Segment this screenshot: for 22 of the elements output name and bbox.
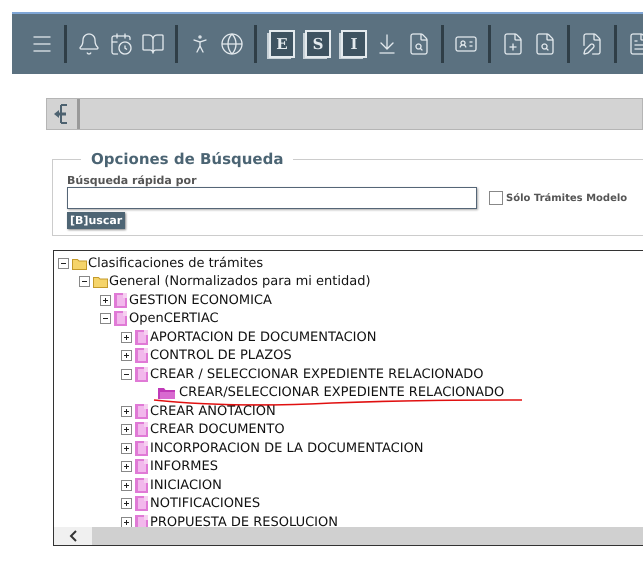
tree-item[interactable]: CREAR ANOTACION [150,404,276,419]
search-button[interactable]: [B]uscar [67,212,126,229]
tree-item[interactable]: INFORMES [150,459,218,474]
toolbar-button[interactable]: I [341,30,367,58]
checkbox-label: Sólo Trámites Modelo [506,192,628,204]
tree-item[interactable]: OpenCERTIAC [129,311,219,326]
tree-item[interactable]: CREAR / SELECCIONAR EXPEDIENTE RELACIONADO [150,366,484,382]
tree-item[interactable]: PROPUESTA DE RESOLUCION [150,514,338,530]
toolbar-button[interactable]: E [269,30,295,58]
tree-item[interactable]: INICIACION [150,478,222,493]
toolbar-button[interactable]: S [305,30,331,58]
tree-item[interactable]: Clasificaciones de trámites [88,256,264,271]
tree-item[interactable]: INCORPORACION DE LA DOCUMENTACION [150,440,424,456]
tree-item[interactable]: CREAR/SELECCIONAR EXPEDIENTE RELACIONADO [179,385,504,400]
tree-item[interactable]: APORTACION DE DOCUMENTACION [150,330,376,345]
tree-item[interactable]: CREAR DOCUMENTO [150,422,285,438]
tree-item[interactable]: General (Normalizados para mi entidad) [109,274,371,290]
tree-item[interactable]: NOTIFICACIONES [150,496,260,512]
field-label: Búsqueda rápida por [67,174,198,187]
section-title: Opciones de Búsqueda [90,150,284,168]
tree-item[interactable]: CONTROL DE PLAZOS [150,348,292,364]
tree-item[interactable]: GESTION ECONOMICA [129,292,272,308]
